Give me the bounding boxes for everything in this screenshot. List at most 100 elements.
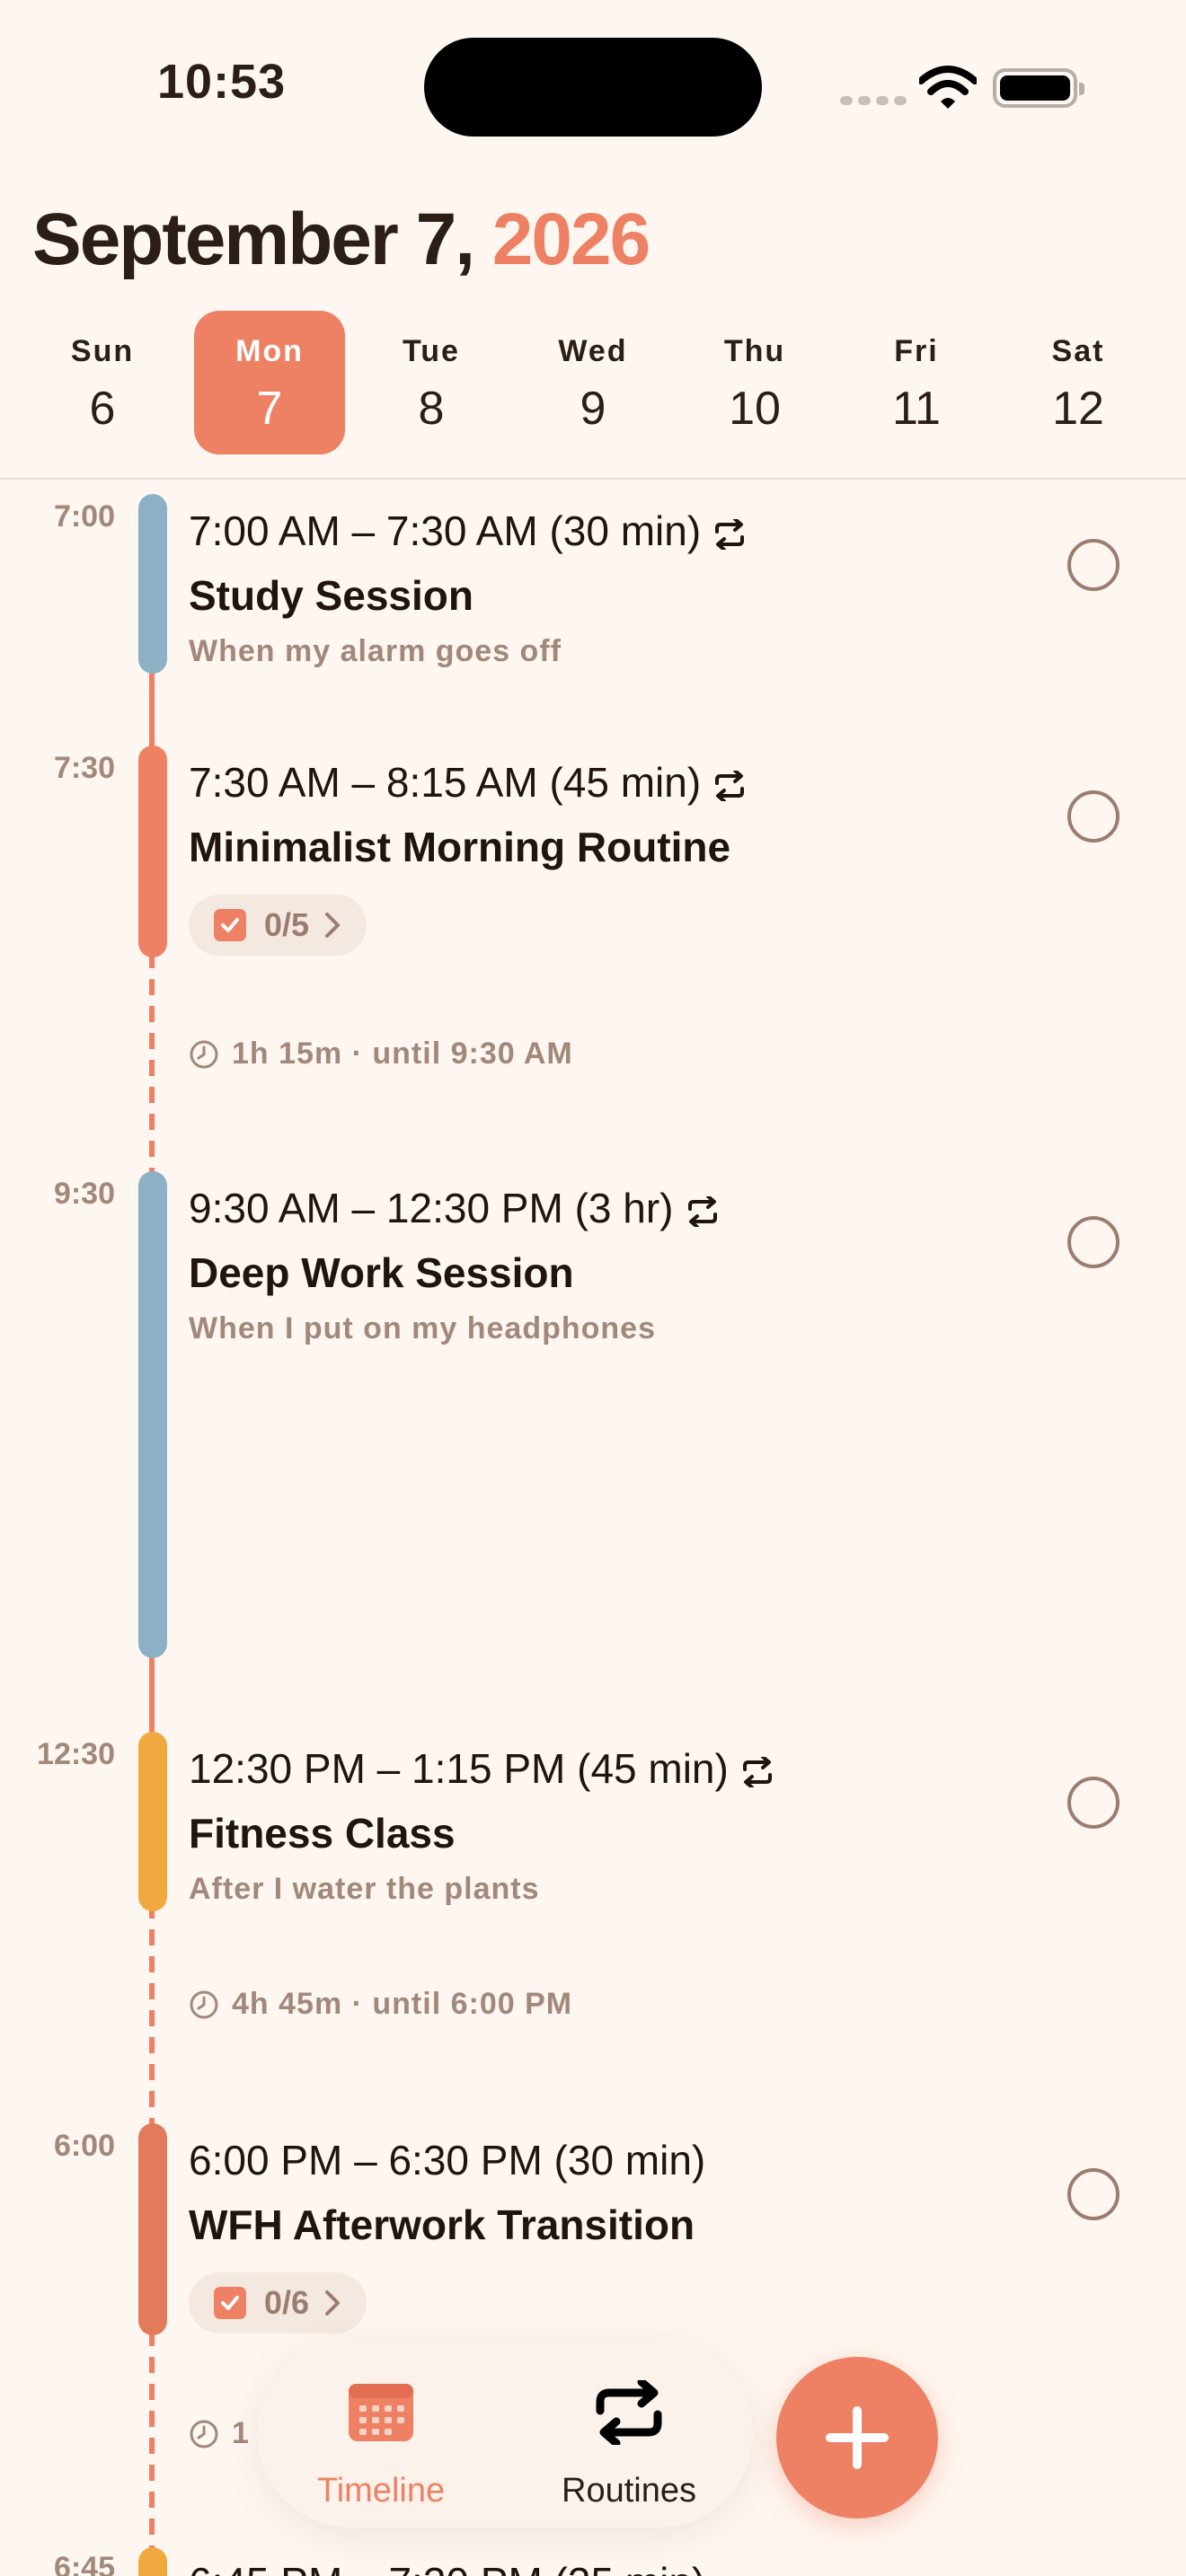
tab-label: Timeline [316, 2472, 446, 2510]
chevron-right-icon [325, 2290, 341, 2316]
plus-icon [826, 2406, 889, 2469]
event-color-bar [138, 2547, 167, 2576]
day-number: 11 [892, 383, 941, 435]
event-time-text: 9:30 AM – 12:30 PM (3 hr) [189, 1185, 674, 1231]
title-year: 2026 [491, 198, 651, 280]
checklist-chip[interactable]: 0/5 [189, 895, 367, 956]
day-name: Thu [723, 334, 786, 368]
event-time-text: 6:45 PM – 7:30 PM (35 min) [189, 2559, 705, 2576]
repeat-icon [596, 2380, 662, 2445]
event-color-bar [138, 1732, 167, 1911]
event-title[interactable]: Fitness Class [189, 1809, 456, 1857]
event-time-text: 12:30 PM – 1:15 PM (45 min) [189, 1745, 729, 1792]
free-time-note: 4h 45m · until 6:00 PM [189, 1987, 572, 2022]
complete-toggle[interactable] [1067, 1777, 1120, 1829]
day-number: 10 [729, 383, 781, 435]
cellular-signal-icon [840, 93, 912, 110]
time-label: 6:45 [53, 2551, 115, 2576]
week-strip: Sun 6 Mon 7 Tue 8 Wed 9 Thu 10 Fri 11 Sa… [27, 311, 1159, 454]
checklist-count: 0/5 [264, 906, 310, 943]
event-time[interactable]: 6:45 PM – 7:30 PM (35 min) [189, 2558, 705, 2576]
day-name: Mon [235, 334, 304, 368]
repeat-icon [687, 1195, 717, 1227]
battery-icon [993, 68, 1084, 108]
page-title: September 7, 2026 [32, 198, 651, 282]
checkbox-icon [214, 909, 246, 941]
free-time-note: 1h 15m · until 9:30 AM [189, 1037, 573, 1072]
bottom-tab-bar: Timeline Routines [257, 2339, 753, 2527]
clock-icon [190, 2420, 218, 2448]
free-time-note: 1 [189, 2416, 250, 2451]
day-mon-selected[interactable]: Mon 7 [194, 311, 345, 454]
day-number: 8 [418, 383, 445, 435]
event-time-text: 7:00 AM – 7:30 AM (30 min) [189, 507, 702, 554]
time-label: 6:00 [53, 2129, 115, 2163]
tab-timeline[interactable]: Timeline [257, 2339, 505, 2527]
event-title[interactable]: Deep Work Session [189, 1248, 574, 1297]
complete-toggle[interactable] [1067, 790, 1120, 842]
repeat-icon [715, 770, 745, 801]
event-title[interactable]: Minimalist Morning Routine [189, 823, 730, 871]
time-label: 7:30 [53, 751, 115, 785]
day-name: Tue [403, 334, 460, 368]
event-time-text: 7:30 AM – 8:15 AM (45 min) [189, 759, 702, 806]
event-time[interactable]: 12:30 PM – 1:15 PM (45 min) [189, 1744, 775, 1793]
checklist-chip[interactable]: 0/6 [189, 2272, 367, 2333]
clock-icon [190, 1990, 218, 2018]
free-time-text: 1 [232, 2416, 250, 2450]
event-subtitle: When I put on my headphones [189, 1311, 656, 1345]
app-screen: 10:53 September 7, 2026 Sun 6 Mon 7 Tue … [0, 0, 1186, 2576]
wifi-icon [919, 66, 977, 109]
event-time[interactable]: 9:30 AM – 12:30 PM (3 hr) [189, 1184, 721, 1232]
tab-routines[interactable]: Routines [505, 2339, 753, 2527]
status-time: 10:53 [157, 55, 287, 109]
event-subtitle: After I water the plants [189, 1872, 540, 1906]
add-button[interactable] [776, 2357, 938, 2519]
complete-toggle[interactable] [1067, 2168, 1120, 2220]
clock-icon [190, 1040, 218, 1068]
day-name: Sat [1051, 334, 1105, 368]
event-time[interactable]: 7:00 AM – 7:30 AM (30 min) [189, 507, 748, 555]
day-sun[interactable]: Sun 6 [27, 311, 178, 454]
event-title[interactable]: Study Session [189, 571, 474, 620]
event-title[interactable]: WFH Afterwork Transition [189, 2201, 695, 2249]
repeat-icon [742, 1756, 772, 1787]
event-color-bar [138, 2123, 167, 2335]
day-sat[interactable]: Sat 12 [1003, 311, 1154, 454]
time-label: 12:30 [37, 1737, 115, 1771]
chevron-right-icon [325, 913, 341, 938]
checkbox-icon [214, 2287, 246, 2319]
event-time-text: 6:00 PM – 6:30 PM (30 min) [189, 2137, 706, 2183]
day-thu[interactable]: Thu 10 [679, 311, 830, 454]
timeline-gap-connector [149, 952, 155, 1177]
day-number: 12 [1052, 383, 1104, 435]
calendar-icon [349, 2384, 413, 2441]
title-month-day: September 7, [32, 198, 475, 280]
day-number: 9 [580, 383, 606, 435]
timeline-gap-connector [149, 2330, 155, 2576]
day-fri[interactable]: Fri 11 [841, 311, 992, 454]
day-number: 7 [256, 383, 283, 435]
day-number: 6 [89, 383, 116, 435]
time-label: 9:30 [53, 1177, 115, 1211]
timeline-connector [149, 665, 155, 754]
complete-toggle[interactable] [1067, 539, 1120, 591]
event-time[interactable]: 6:00 PM – 6:30 PM (30 min) [189, 2136, 705, 2184]
event-subtitle: When my alarm goes off [189, 634, 562, 668]
event-color-bar [138, 745, 167, 957]
free-time-text: 4h 45m · until 6:00 PM [232, 1987, 573, 2021]
dynamic-island [424, 38, 762, 137]
day-tue[interactable]: Tue 8 [356, 311, 507, 454]
tab-label: Routines [562, 2472, 696, 2510]
event-time[interactable]: 7:30 AM – 8:15 AM (45 min) [189, 758, 748, 807]
repeat-icon [715, 518, 745, 550]
complete-toggle[interactable] [1067, 1216, 1120, 1268]
day-name: Fri [894, 334, 939, 368]
event-color-bar [138, 1171, 167, 1658]
day-name: Wed [558, 334, 628, 368]
free-time-text: 1h 15m · until 9:30 AM [232, 1037, 573, 1071]
time-label: 7:00 [53, 499, 115, 534]
header-divider [0, 478, 1186, 480]
day-wed[interactable]: Wed 9 [518, 311, 668, 454]
timeline-gap-connector [149, 1902, 155, 2127]
